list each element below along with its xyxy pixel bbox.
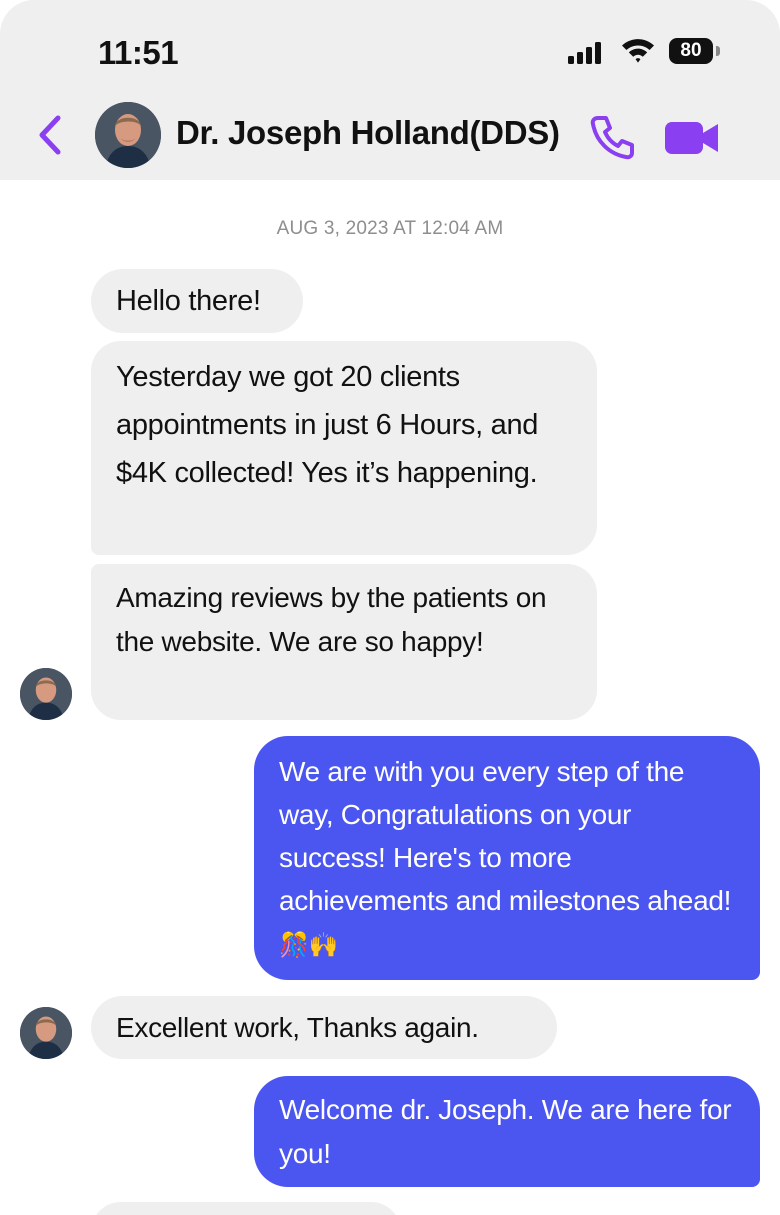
partial-incoming-message[interactable] xyxy=(91,1202,401,1215)
avatar-photo xyxy=(20,1007,72,1059)
chat-screen: 11:51 80 Dr. Joseph Holland(DDS) AUG 3, … xyxy=(0,0,780,1215)
contact-avatar[interactable] xyxy=(95,102,161,168)
message-text: We are with you every step of the way, C… xyxy=(279,756,732,916)
celebration-emoji: 🎊🙌 xyxy=(279,931,339,959)
incoming-message[interactable]: Yesterday we got 20 clients appointments… xyxy=(91,341,597,555)
sender-avatar[interactable] xyxy=(20,668,72,720)
top-bar: 11:51 80 Dr. Joseph Holland(DDS) xyxy=(0,0,780,180)
status-time: 11:51 xyxy=(98,34,179,71)
battery-cap xyxy=(716,46,720,56)
message-text: Yesterday we got 20 clients appointments… xyxy=(116,361,539,489)
message-text: Amazing reviews by the patients on the w… xyxy=(116,582,547,657)
message-text: Excellent work, Thanks again. xyxy=(116,1012,479,1043)
back-chevron-icon[interactable] xyxy=(36,114,64,156)
avatar-photo xyxy=(95,102,161,168)
incoming-message[interactable]: Excellent work, Thanks again. xyxy=(91,996,557,1059)
contact-name[interactable]: Dr. Joseph Holland(DDS) xyxy=(176,114,560,152)
phone-icon[interactable] xyxy=(590,114,636,160)
message-text: Hello there! xyxy=(116,285,261,317)
outgoing-message[interactable]: Welcome dr. Joseph. We are here for you! xyxy=(254,1076,760,1187)
message-timestamp: AUG 3, 2023 AT 12:04 AM xyxy=(276,218,504,239)
outgoing-message[interactable]: We are with you every step of the way, C… xyxy=(254,736,760,980)
avatar-photo xyxy=(20,668,72,720)
video-camera-icon[interactable] xyxy=(665,120,719,156)
cellular-signal-icon xyxy=(568,40,606,64)
incoming-message[interactable]: Amazing reviews by the patients on the w… xyxy=(91,564,597,720)
battery-icon: 80 xyxy=(669,38,713,64)
message-text: Welcome dr. Joseph. We are here for you! xyxy=(279,1094,732,1169)
sender-avatar[interactable] xyxy=(20,1007,72,1059)
wifi-icon xyxy=(622,39,654,63)
incoming-message[interactable]: Hello there! xyxy=(91,269,303,333)
